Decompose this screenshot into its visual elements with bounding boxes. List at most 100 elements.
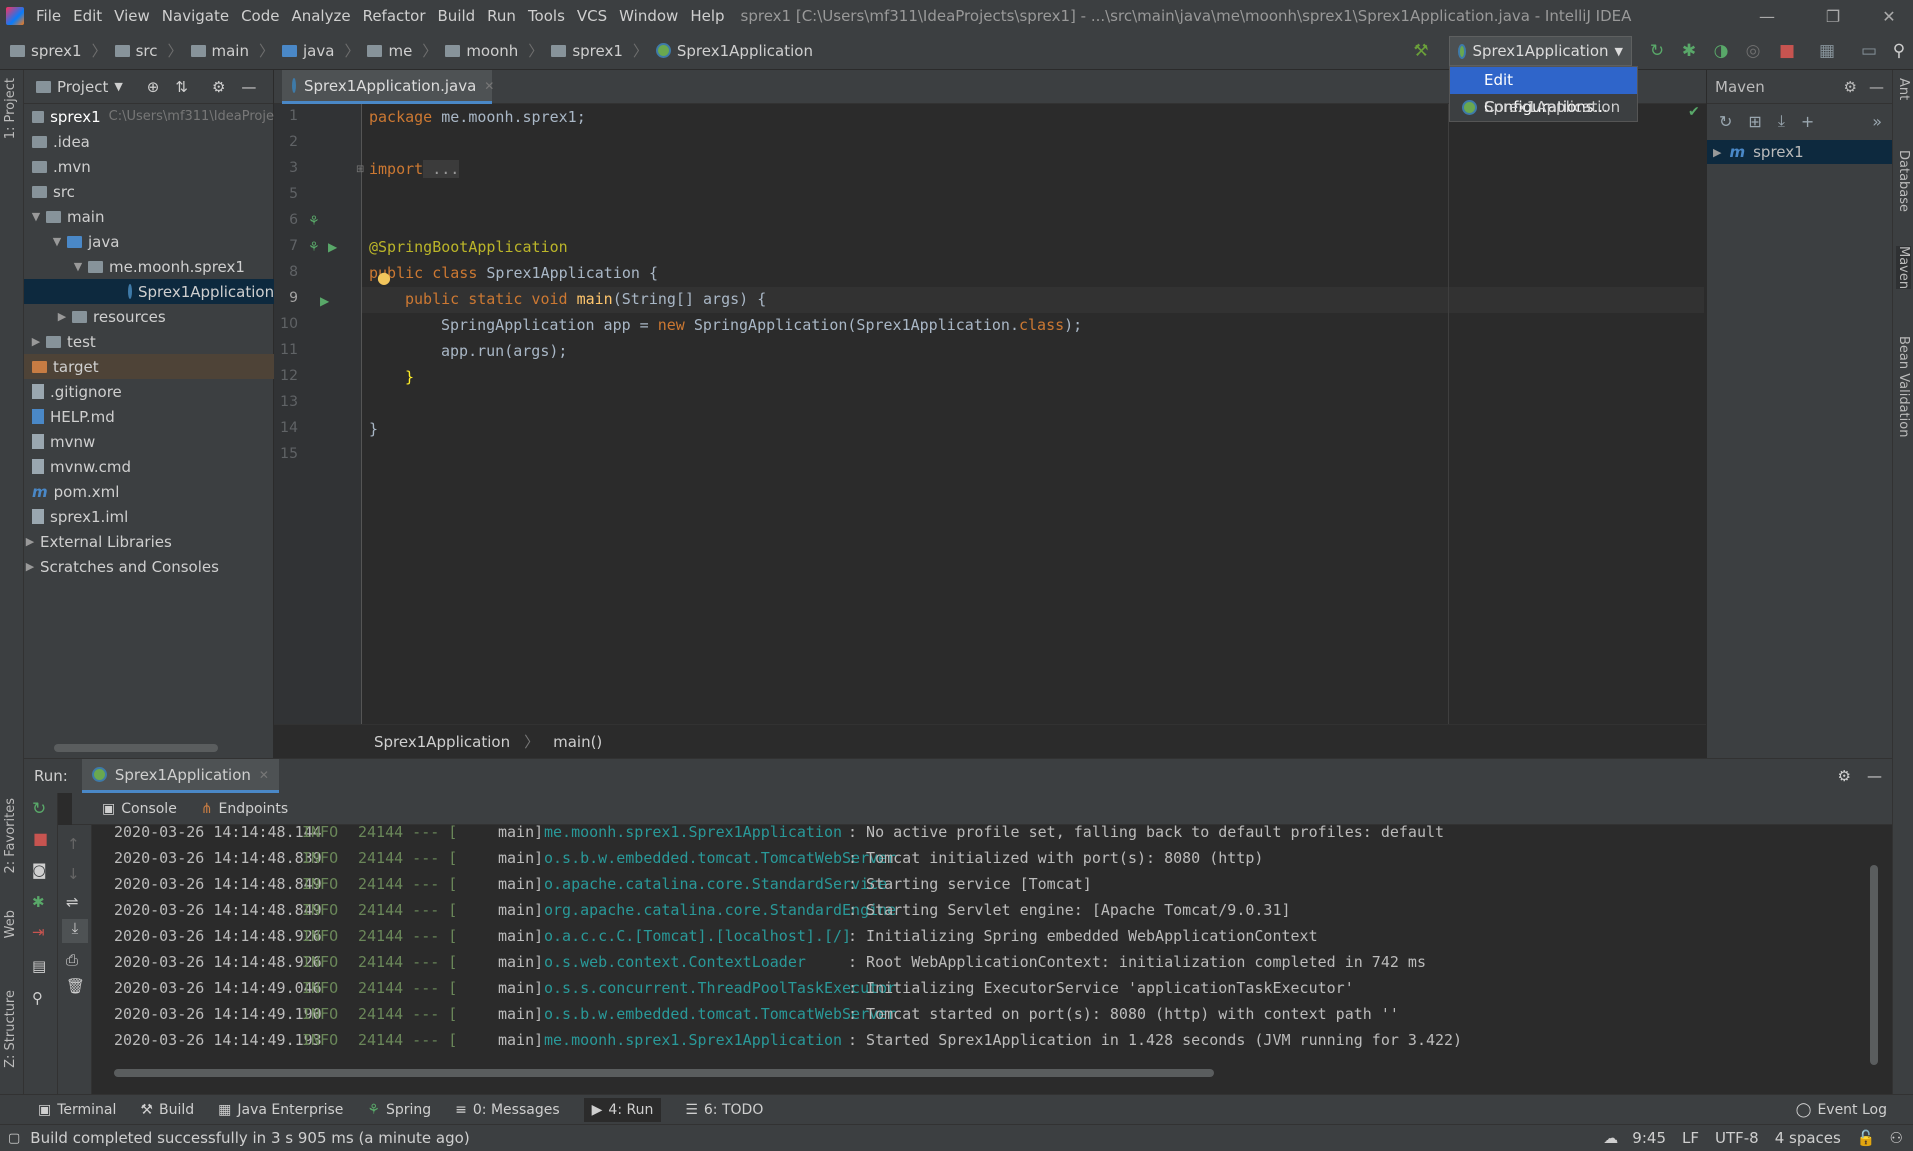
- layout-icon[interactable]: ▤: [32, 957, 46, 975]
- pin-icon[interactable]: ⚲: [32, 989, 43, 1007]
- stop-icon[interactable]: ■: [33, 829, 48, 848]
- tree-item-scratches[interactable]: ▶ Scratches and Consoles: [24, 554, 274, 579]
- run-tab-sprex1application[interactable]: Sprex1Application ✕: [81, 759, 279, 793]
- menu-analyze[interactable]: Analyze: [285, 0, 356, 32]
- breadcrumb-class[interactable]: Sprex1Application: [655, 42, 813, 60]
- close-tab-icon[interactable]: ✕: [259, 768, 269, 782]
- up-arrow-icon[interactable]: ↑: [67, 835, 80, 853]
- debug-icon[interactable]: ✱: [32, 893, 45, 911]
- inspector-icon[interactable]: ⚇: [1890, 1129, 1903, 1147]
- spring-tool-button[interactable]: ⚘ Spring: [367, 1102, 431, 1118]
- chevron-right-icon[interactable]: ▶: [1713, 146, 1721, 159]
- breadcrumb-class[interactable]: Sprex1Application: [374, 733, 510, 751]
- trash-icon[interactable]: 🗑: [66, 977, 85, 995]
- horizontal-scrollbar[interactable]: [54, 744, 218, 752]
- chevron-right-icon[interactable]: ▶: [30, 335, 42, 348]
- build-tool-button[interactable]: ⚒ Build: [140, 1102, 194, 1118]
- breadcrumb-me[interactable]: me 〉: [367, 40, 437, 61]
- web-tool-button[interactable]: Web: [3, 910, 18, 938]
- gear-icon[interactable]: ⚙: [1838, 767, 1851, 785]
- tree-item-resources[interactable]: ▶ resources: [24, 304, 274, 329]
- maven-tool-button[interactable]: Maven: [1896, 246, 1911, 290]
- lock-icon[interactable]: 🔓: [1857, 1129, 1876, 1147]
- edit-configurations-option[interactable]: Edit Configurations...: [1450, 67, 1637, 116]
- caret-position[interactable]: 9:45: [1632, 1129, 1666, 1147]
- rerun-icon[interactable]: ↻: [1646, 40, 1668, 62]
- java-enterprise-tool-button[interactable]: ▦ Java Enterprise: [218, 1102, 343, 1118]
- stop-icon[interactable]: ■: [1776, 40, 1798, 62]
- download-icon[interactable]: ⤓: [1778, 111, 1785, 131]
- run-gutter-icon[interactable]: ▶: [320, 294, 329, 308]
- run-gutter-icon[interactable]: ▶: [328, 240, 337, 254]
- breadcrumb-src[interactable]: src 〉: [114, 40, 183, 61]
- tree-item-main[interactable]: ▼ main: [24, 204, 274, 229]
- menu-window[interactable]: Window: [613, 0, 684, 32]
- structure-tool-button[interactable]: Z: Structure: [3, 990, 18, 1068]
- chevron-down-icon[interactable]: ▼: [30, 210, 42, 223]
- console-output[interactable]: 2020-03-26 14:14:48.144 INFO 24144 --- [ma…: [92, 825, 1892, 1095]
- breadcrumb-method[interactable]: main(): [553, 733, 602, 751]
- tree-item-external-libraries[interactable]: ▶ External Libraries: [24, 529, 274, 554]
- menu-edit[interactable]: Edit: [67, 0, 108, 32]
- menu-view[interactable]: View: [108, 0, 156, 32]
- soft-wrap-icon[interactable]: ⇌: [66, 893, 79, 911]
- vertical-scrollbar[interactable]: [1870, 865, 1878, 1065]
- breadcrumb-main[interactable]: main 〉: [190, 40, 274, 61]
- close-tab-icon[interactable]: ✕: [484, 79, 494, 93]
- favorites-tool-button[interactable]: 2: Favorites: [3, 798, 18, 874]
- exit-icon[interactable]: ⇥: [32, 923, 45, 941]
- sprex1application-option[interactable]: Sprex1Application: [1450, 94, 1637, 121]
- profiler-icon[interactable]: ◎: [1742, 40, 1764, 62]
- project-view-select[interactable]: Project: [57, 78, 108, 96]
- menu-navigate[interactable]: Navigate: [156, 0, 235, 32]
- gear-icon[interactable]: ⚙: [1844, 78, 1857, 96]
- project-tool-button[interactable]: 1: Project: [3, 78, 18, 139]
- coverage-icon[interactable]: ◑: [1710, 40, 1732, 62]
- tree-item-idea[interactable]: .idea: [24, 129, 274, 154]
- inspection-ok-icon[interactable]: ✔: [1688, 104, 1700, 120]
- tree-item-sprex1[interactable]: sprex1 C:\Users\mf311\IdeaProje: [24, 104, 274, 129]
- horizontal-scrollbar[interactable]: [114, 1069, 1214, 1077]
- menu-code[interactable]: Code: [235, 0, 285, 32]
- tree-item-gitignore[interactable]: .gitignore: [24, 379, 274, 404]
- build-hammer-icon[interactable]: ⚒: [1410, 40, 1432, 62]
- menu-build[interactable]: Build: [432, 0, 482, 32]
- code-editor[interactable]: package me.moonh.sprex1; import ... @Spr…: [362, 104, 1447, 724]
- search-icon[interactable]: ⚲: [1888, 40, 1910, 62]
- chevron-right-icon[interactable]: ▶: [24, 535, 36, 548]
- menu-vcs[interactable]: VCS: [571, 0, 613, 32]
- chevron-right-icon[interactable]: ▶: [24, 560, 36, 573]
- menu-tools[interactable]: Tools: [522, 0, 571, 32]
- spring-bean-gutter-icon[interactable]: ⚘: [308, 214, 320, 229]
- more-icon[interactable]: »: [1872, 112, 1882, 131]
- run-tool-button[interactable]: ▶ 4: Run: [583, 1097, 662, 1122]
- tree-item-sprex1application[interactable]: Sprex1Application: [24, 279, 274, 304]
- tree-item-src[interactable]: src: [24, 179, 274, 204]
- tree-item-mvnwcmd[interactable]: mvnw.cmd: [24, 454, 274, 479]
- file-encoding[interactable]: UTF-8: [1715, 1129, 1759, 1147]
- scroll-to-end-icon[interactable]: ⤓: [62, 919, 88, 943]
- tree-item-iml[interactable]: sprex1.iml: [24, 504, 274, 529]
- tree-item-test[interactable]: ▶ test: [24, 329, 274, 354]
- tree-item-help[interactable]: HELP.md: [24, 404, 274, 429]
- bean-validation-tool-button[interactable]: Bean Validation: [1896, 336, 1911, 437]
- camera-icon[interactable]: ◙: [32, 861, 47, 879]
- project-structure-icon[interactable]: ▦: [1816, 40, 1838, 62]
- menu-refactor[interactable]: Refactor: [357, 0, 432, 32]
- toggle-tool-windows-icon[interactable]: ▢: [8, 1131, 20, 1146]
- chevron-down-icon[interactable]: ▼: [114, 80, 122, 93]
- maven-project-sprex1[interactable]: ▶ m sprex1: [1707, 140, 1892, 164]
- endpoints-tab[interactable]: ⋔ Endpoints: [201, 801, 288, 817]
- print-icon[interactable]: ⎙: [66, 951, 78, 969]
- ant-tool-button[interactable]: Ant: [1896, 78, 1911, 100]
- line-separator[interactable]: LF: [1682, 1129, 1699, 1147]
- minimize-icon[interactable]: —: [1740, 0, 1794, 32]
- messages-tool-button[interactable]: ≡ 0: Messages: [455, 1102, 559, 1118]
- spring-bean-gutter-icon[interactable]: ⚘: [308, 240, 320, 255]
- tree-item-mvnw[interactable]: mvnw: [24, 429, 274, 454]
- tree-item-pom[interactable]: m pom.xml: [24, 479, 274, 504]
- menu-run[interactable]: Run: [481, 0, 522, 32]
- chevron-down-icon[interactable]: ▼: [51, 235, 63, 248]
- hide-icon[interactable]: —: [1869, 78, 1884, 96]
- run-configuration-select[interactable]: Sprex1Application ▼: [1449, 36, 1632, 66]
